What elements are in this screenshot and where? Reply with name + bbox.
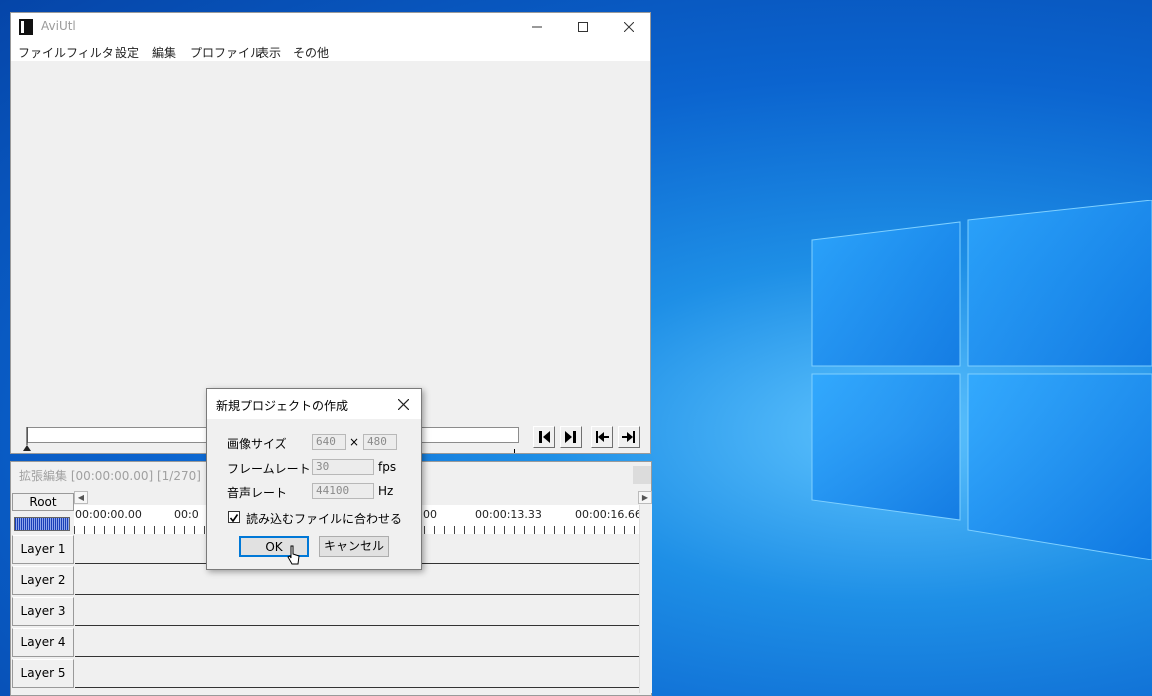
layer-track[interactable] (75, 597, 639, 626)
next-keyframe-icon (565, 431, 576, 443)
dialog-close-button[interactable] (393, 395, 413, 413)
go-end-button[interactable] (618, 426, 640, 448)
menu-view[interactable]: 表示 (257, 44, 281, 61)
scroll-right-arrow[interactable]: ▶ (638, 491, 652, 504)
go-start-icon (596, 431, 609, 443)
root-button[interactable]: Root (12, 493, 74, 511)
layer-label[interactable]: Layer 5 (12, 659, 74, 688)
layer-track[interactable] (75, 628, 639, 657)
ruler-time: 00:0 (174, 508, 199, 521)
cancel-button[interactable]: キャンセル (319, 536, 389, 557)
close-icon (397, 398, 409, 410)
checkmark-icon (229, 514, 239, 523)
layer-label[interactable]: Layer 3 (12, 597, 74, 626)
width-input[interactable]: 640 (312, 434, 346, 450)
frame-rate-unit: fps (378, 460, 397, 474)
minimize-button[interactable] (514, 13, 560, 41)
dialog-title: 新規プロジェクトの作成 (216, 399, 349, 413)
new-project-dialog: 新規プロジェクトの作成 画像サイズ 640 × 480 フレームレート 30 f… (206, 388, 422, 570)
layer-track[interactable] (75, 659, 639, 688)
go-start-button[interactable] (591, 426, 613, 448)
window-title: AviUtl (41, 19, 76, 33)
audio-meter (14, 517, 70, 531)
video-preview-area (11, 61, 650, 421)
prev-keyframe-icon (539, 431, 550, 443)
maximize-icon (578, 22, 588, 32)
layer-label[interactable]: Layer 1 (12, 535, 74, 564)
menu-file[interactable]: ファイル (18, 44, 66, 61)
vertical-scrollbar[interactable] (639, 505, 652, 693)
ruler-time: 00:00:13.33 (475, 508, 542, 521)
ruler-time: 00 (423, 508, 437, 521)
windows-logo (811, 200, 1152, 560)
dialog-title-bar[interactable]: 新規プロジェクトの作成 (207, 389, 421, 419)
app-icon (19, 19, 33, 35)
times-sign: × (349, 435, 360, 449)
match-file-label[interactable]: 読み込むファイルに合わせる (246, 510, 402, 527)
mouse-cursor-icon (287, 545, 300, 565)
audio-rate-label: 音声レート (227, 486, 288, 500)
minimize-icon (532, 26, 542, 28)
frame-rate-input[interactable]: 30 (312, 459, 374, 475)
frame-rate-label: フレームレート (227, 462, 311, 476)
prev-frame-button[interactable] (533, 426, 555, 448)
audio-rate-input[interactable]: 44100 (312, 483, 374, 499)
layer-track[interactable] (75, 566, 639, 595)
menu-profile[interactable]: プロファイル (190, 44, 262, 61)
image-size-label: 画像サイズ (227, 437, 287, 451)
next-frame-button[interactable] (560, 426, 582, 448)
close-icon (624, 22, 634, 32)
ruler-time: 00:00:00.00 (75, 508, 142, 521)
seek-handle[interactable] (21, 425, 31, 451)
timeline-title: 拡張編集 [00:00:00.00] [1/270] (19, 469, 201, 483)
menu-edit[interactable]: 編集 (152, 44, 176, 61)
menu-bar: ファイル フィルタ 設定 編集 プロファイル 表示 その他 (11, 41, 650, 61)
close-button[interactable] (606, 13, 652, 41)
maximize-button[interactable] (560, 13, 606, 41)
title-bar[interactable]: AviUtl (11, 13, 650, 41)
scroll-left-arrow[interactable]: ◀ (74, 491, 88, 504)
height-input[interactable]: 480 (363, 434, 397, 450)
menu-settings[interactable]: 設定 (115, 44, 139, 61)
audio-rate-unit: Hz (378, 484, 394, 498)
menu-filter[interactable]: フィルタ (66, 44, 114, 61)
ruler-time: 00:00:16.66 (575, 508, 642, 521)
go-end-icon (622, 431, 635, 443)
layer-label[interactable]: Layer 4 (12, 628, 74, 657)
menu-other[interactable]: その他 (293, 44, 329, 61)
layer-label[interactable]: Layer 2 (12, 566, 74, 595)
match-file-checkbox[interactable] (228, 511, 240, 523)
seek-end-tick (514, 449, 515, 453)
timeline-close-button[interactable] (633, 466, 651, 484)
